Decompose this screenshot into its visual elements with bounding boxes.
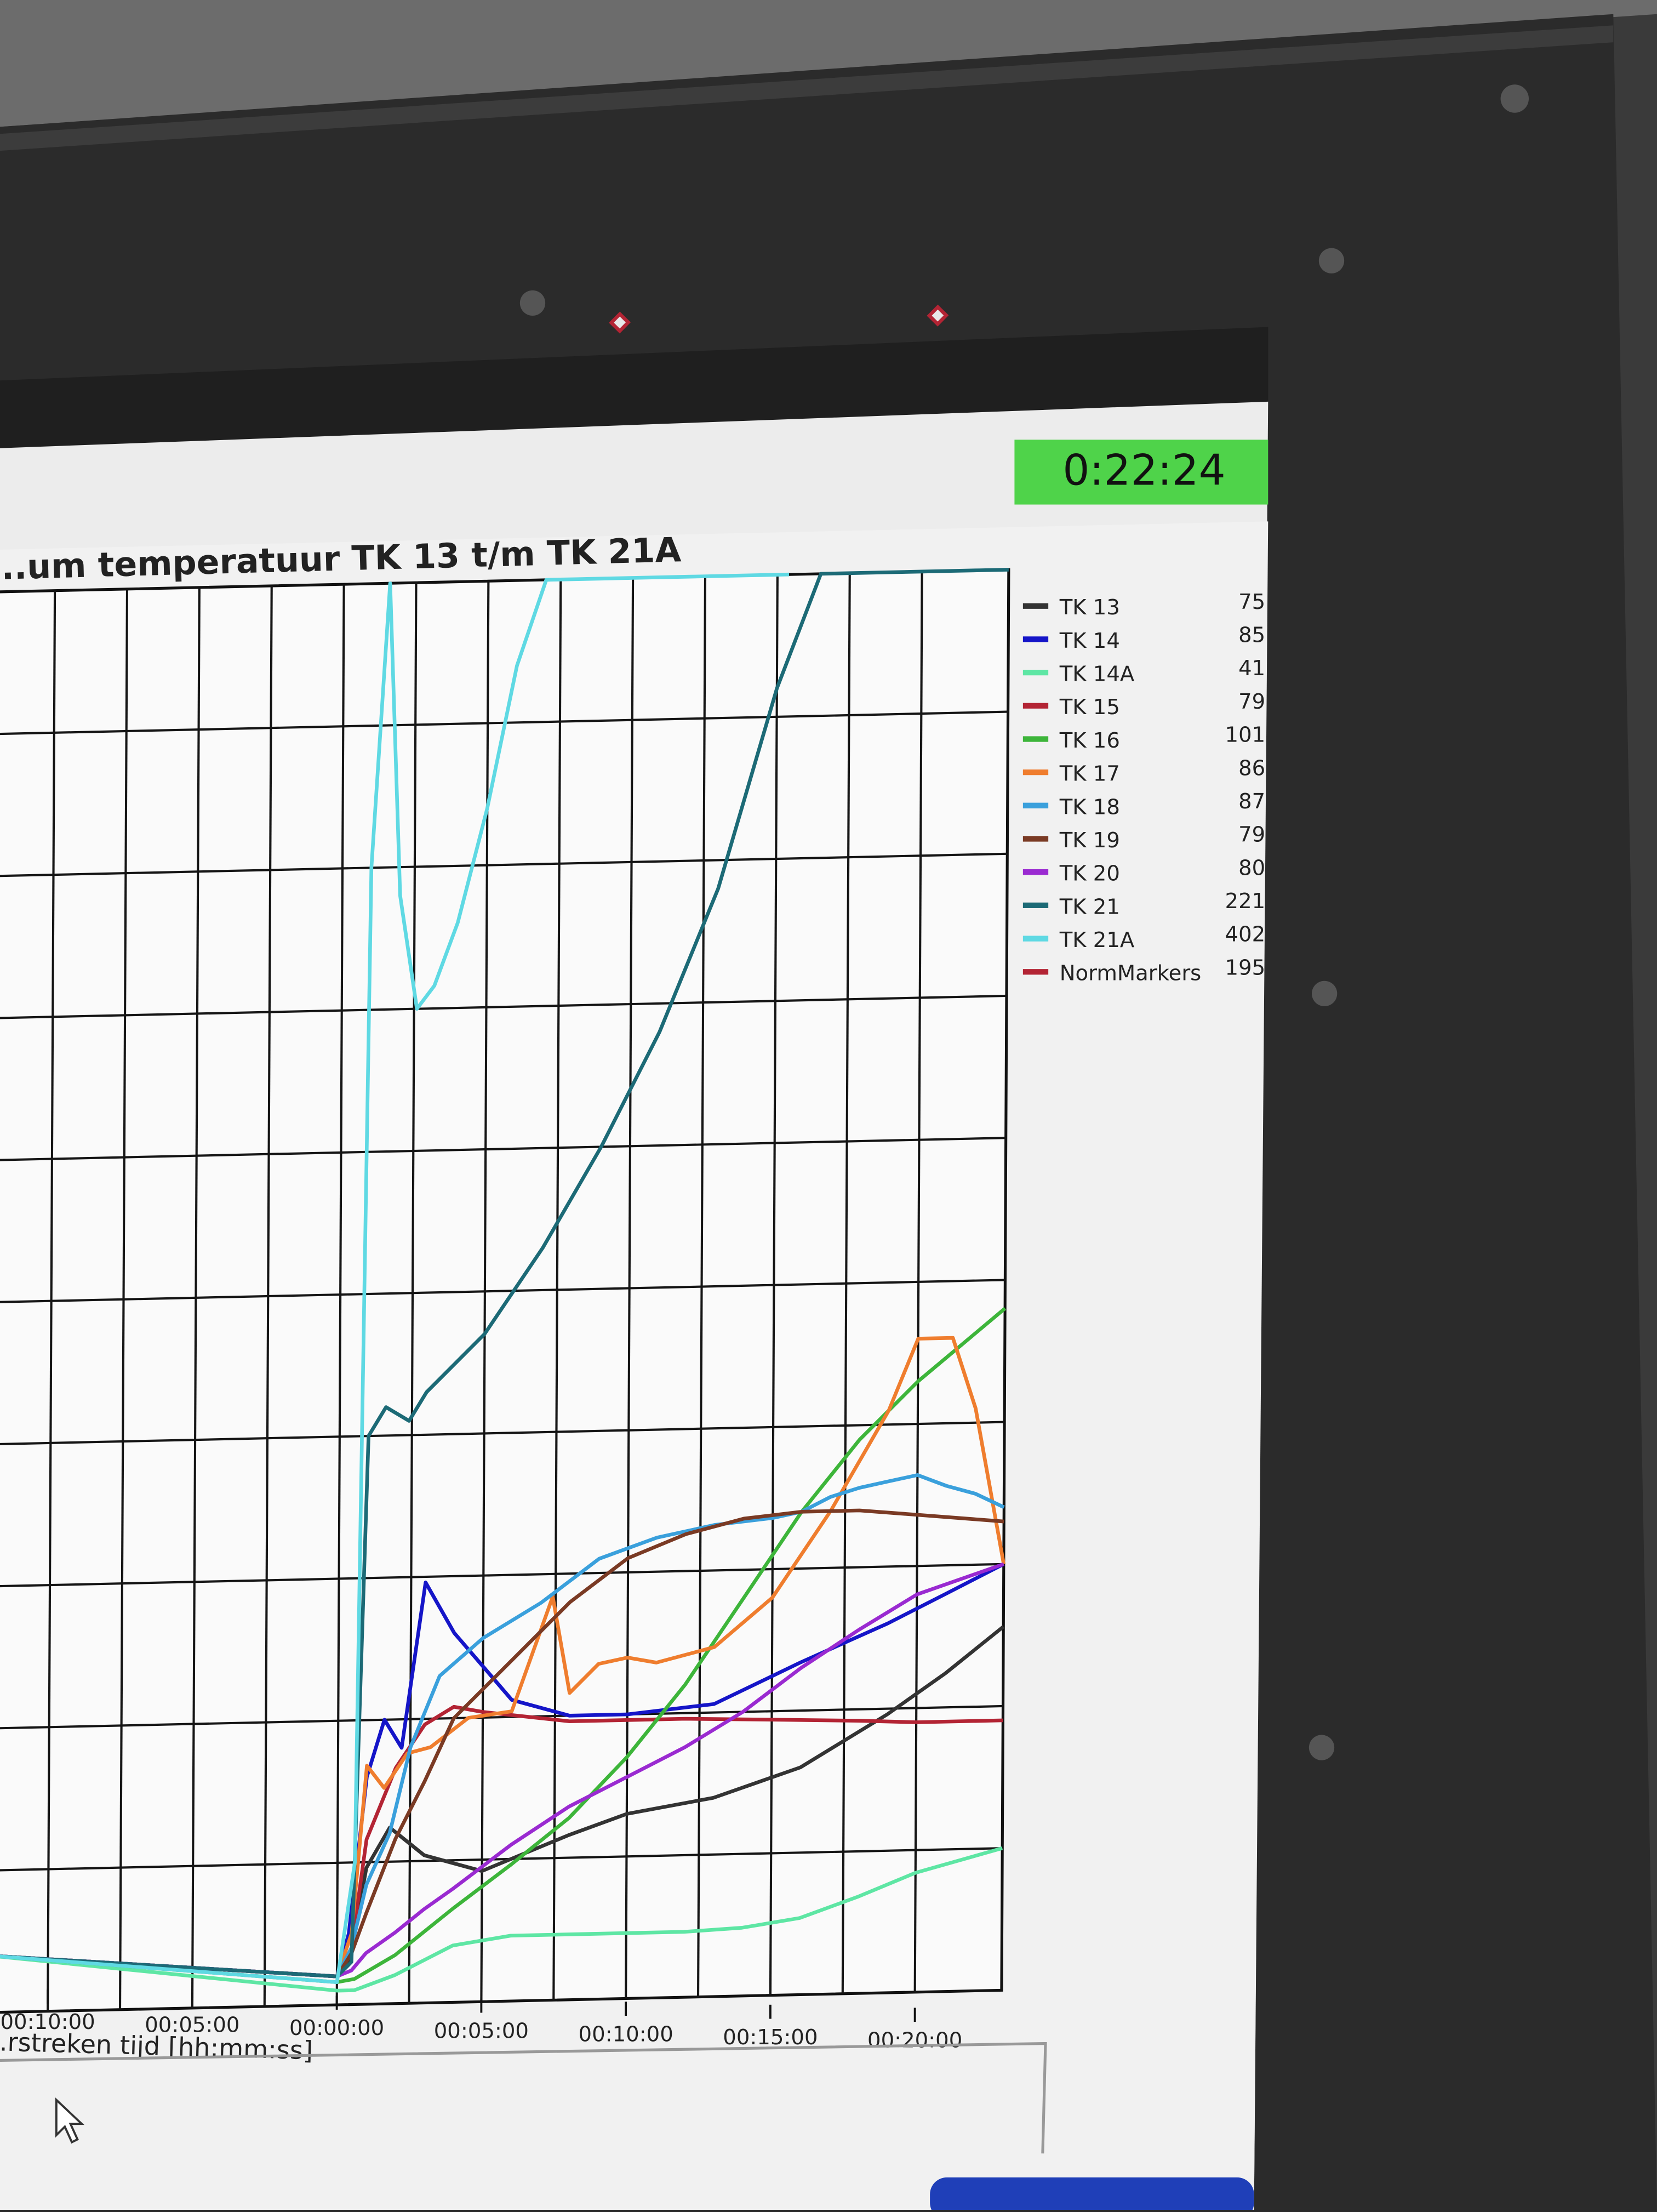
screw-icon bbox=[1309, 1735, 1335, 1760]
legend-value: 221 bbox=[1225, 889, 1266, 914]
legend-label: TK 19 bbox=[1059, 828, 1120, 853]
legend-label: TK 14A bbox=[1059, 662, 1135, 687]
legend-value: 85 bbox=[1238, 623, 1265, 648]
legend-label: TK 15 bbox=[1059, 695, 1120, 720]
blue-button[interactable] bbox=[930, 2177, 1254, 2212]
legend-value: 195 bbox=[1225, 955, 1266, 980]
screw-icon bbox=[1312, 980, 1338, 1006]
legend-value: 79 bbox=[1238, 823, 1265, 847]
legend-label: TK 20 bbox=[1059, 862, 1120, 886]
x-tick-label: 00:10:00 bbox=[579, 2022, 673, 2046]
legend-value: 402 bbox=[1225, 922, 1266, 947]
legend-label: TK 14 bbox=[1059, 629, 1120, 653]
legend-label: TK 18 bbox=[1059, 795, 1120, 819]
legend-label: NormMarkers bbox=[1060, 961, 1202, 986]
legend-value: 75 bbox=[1238, 590, 1265, 614]
screw-icon bbox=[1500, 84, 1529, 113]
legend-label: TK 16 bbox=[1059, 728, 1120, 753]
legend-value: 86 bbox=[1238, 756, 1265, 780]
legend-label: TK 21 bbox=[1059, 894, 1120, 919]
x-tick-label: 00:05:00 bbox=[434, 2019, 529, 2044]
legend-value: 79 bbox=[1238, 689, 1265, 714]
legend-value: 80 bbox=[1238, 856, 1265, 880]
legend-value: 101 bbox=[1225, 723, 1266, 748]
legend-label: TK 21A bbox=[1059, 928, 1135, 953]
legend-value: 41 bbox=[1238, 656, 1265, 681]
legend-label: TK 13 bbox=[1059, 595, 1120, 620]
elapsed-timer-text: 0:22:24 bbox=[1062, 446, 1225, 495]
screw-icon bbox=[1318, 248, 1345, 273]
screw-icon bbox=[519, 290, 546, 316]
legend-label: TK 17 bbox=[1059, 762, 1120, 786]
x-tick-label: 00:15:00 bbox=[723, 2025, 818, 2050]
legend-value: 87 bbox=[1238, 789, 1265, 814]
x-tick-label: 00:20:00 bbox=[867, 2028, 962, 2053]
scene-svg: 0:22:24 ...um temperatuur TK 13 t/m TK 2… bbox=[0, 0, 1657, 2212]
photo-stage: 0:22:24 ...um temperatuur TK 13 t/m TK 2… bbox=[0, 0, 1657, 2212]
